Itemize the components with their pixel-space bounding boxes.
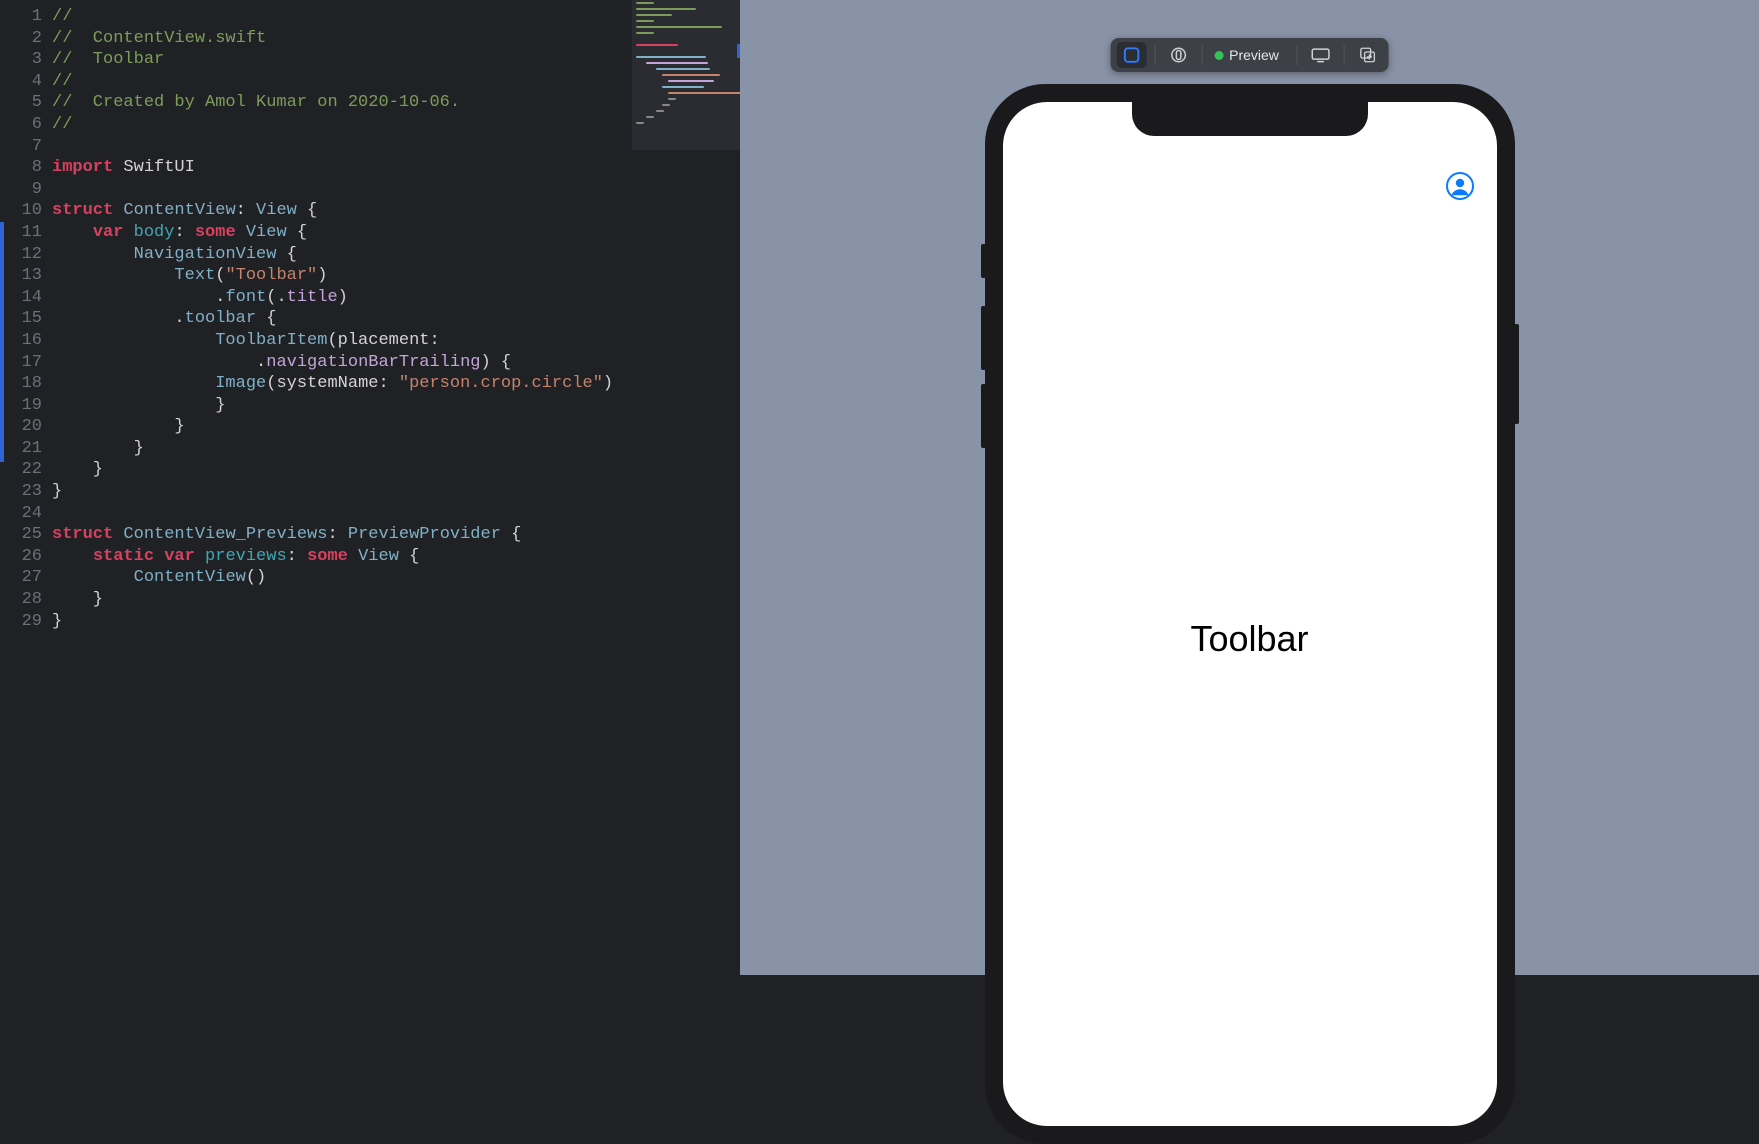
title-text: Toolbar <box>1190 618 1308 660</box>
line-number: 23 <box>0 481 52 503</box>
code-line[interactable]: static var previews: some View { <box>52 546 740 568</box>
code-line[interactable] <box>52 632 740 654</box>
line-number: 20 <box>0 416 52 438</box>
toolbar-separator <box>1297 45 1298 65</box>
status-dot-icon <box>1214 51 1223 60</box>
preview-status[interactable]: Preview <box>1210 47 1289 63</box>
code-line[interactable]: .navigationBarTrailing) { <box>52 352 740 374</box>
line-number: 15 <box>0 308 52 330</box>
code-line[interactable]: } <box>52 416 740 438</box>
code-line[interactable]: ToolbarItem(placement: <box>52 330 740 352</box>
toolbar-separator <box>1201 45 1202 65</box>
line-number: 28 <box>0 589 52 611</box>
line-number: 12 <box>0 244 52 266</box>
code-line[interactable]: } <box>52 438 740 460</box>
code-line[interactable] <box>52 179 740 201</box>
device-frame: Toolbar <box>985 84 1515 1144</box>
code-line[interactable]: } <box>52 611 740 633</box>
line-number: 29 <box>0 611 52 633</box>
toolbar-separator <box>1344 45 1345 65</box>
code-line[interactable]: Image(systemName: "person.crop.circle") <box>52 373 740 395</box>
line-number: 19 <box>0 395 52 417</box>
line-number: 22 <box>0 459 52 481</box>
line-number: 1 <box>0 6 52 28</box>
line-number: 10 <box>0 200 52 222</box>
line-number: 16 <box>0 330 52 352</box>
line-number: 2 <box>0 28 52 50</box>
code-line[interactable]: } <box>52 481 740 503</box>
preview-label-text: Preview <box>1229 47 1279 63</box>
code-line[interactable]: struct ContentView: View { <box>52 200 740 222</box>
live-preview-button[interactable] <box>1116 42 1146 68</box>
volume-up-button <box>981 306 986 370</box>
line-number: 14 <box>0 287 52 309</box>
duplicate-preview-button[interactable] <box>1353 42 1383 68</box>
line-number: 17 <box>0 352 52 374</box>
code-line[interactable]: ContentView() <box>52 567 740 589</box>
code-line[interactable]: import SwiftUI <box>52 157 740 179</box>
code-line[interactable]: .font(.title) <box>52 287 740 309</box>
line-number: 7 <box>0 136 52 158</box>
device-screen[interactable]: Toolbar <box>1003 102 1497 1126</box>
code-line[interactable]: } <box>52 459 740 481</box>
code-line[interactable]: NavigationView { <box>52 244 740 266</box>
line-number: 4 <box>0 71 52 93</box>
canvas-preview-pane: Preview Too <box>740 0 1759 975</box>
code-line[interactable]: } <box>52 395 740 417</box>
line-number: 11 <box>0 222 52 244</box>
line-number: 18 <box>0 373 52 395</box>
line-number-gutter: 1234567891011121314151617181920212223242… <box>0 0 52 975</box>
code-line[interactable]: .toolbar { <box>52 308 740 330</box>
line-number: 24 <box>0 503 52 525</box>
line-number: 5 <box>0 92 52 114</box>
power-button <box>1514 324 1519 424</box>
silence-switch <box>981 244 986 278</box>
person-crop-circle-icon[interactable] <box>1445 171 1475 201</box>
change-indicator <box>0 222 4 462</box>
line-number: 8 <box>0 157 52 179</box>
line-number: 25 <box>0 524 52 546</box>
minimap[interactable] <box>632 0 740 150</box>
preview-toolbar: Preview <box>1110 38 1389 72</box>
code-line[interactable] <box>52 503 740 525</box>
code-line[interactable]: struct ContentView_Previews: PreviewProv… <box>52 524 740 546</box>
code-line[interactable]: } <box>52 589 740 611</box>
line-number: 21 <box>0 438 52 460</box>
code-line[interactable]: var body: some View { <box>52 222 740 244</box>
toolbar-separator <box>1154 45 1155 65</box>
line-number: 26 <box>0 546 52 568</box>
device-notch <box>1132 102 1368 136</box>
volume-down-button <box>981 384 986 448</box>
code-editor-pane: 1234567891011121314151617181920212223242… <box>0 0 740 975</box>
line-number: 3 <box>0 49 52 71</box>
line-number: 6 <box>0 114 52 136</box>
device-settings-button[interactable] <box>1306 42 1336 68</box>
line-number: 27 <box>0 567 52 589</box>
selectable-preview-button[interactable] <box>1163 42 1193 68</box>
line-number: 9 <box>0 179 52 201</box>
code-line[interactable]: Text("Toolbar") <box>52 265 740 287</box>
navigation-bar <box>1003 156 1497 216</box>
line-number: 13 <box>0 265 52 287</box>
